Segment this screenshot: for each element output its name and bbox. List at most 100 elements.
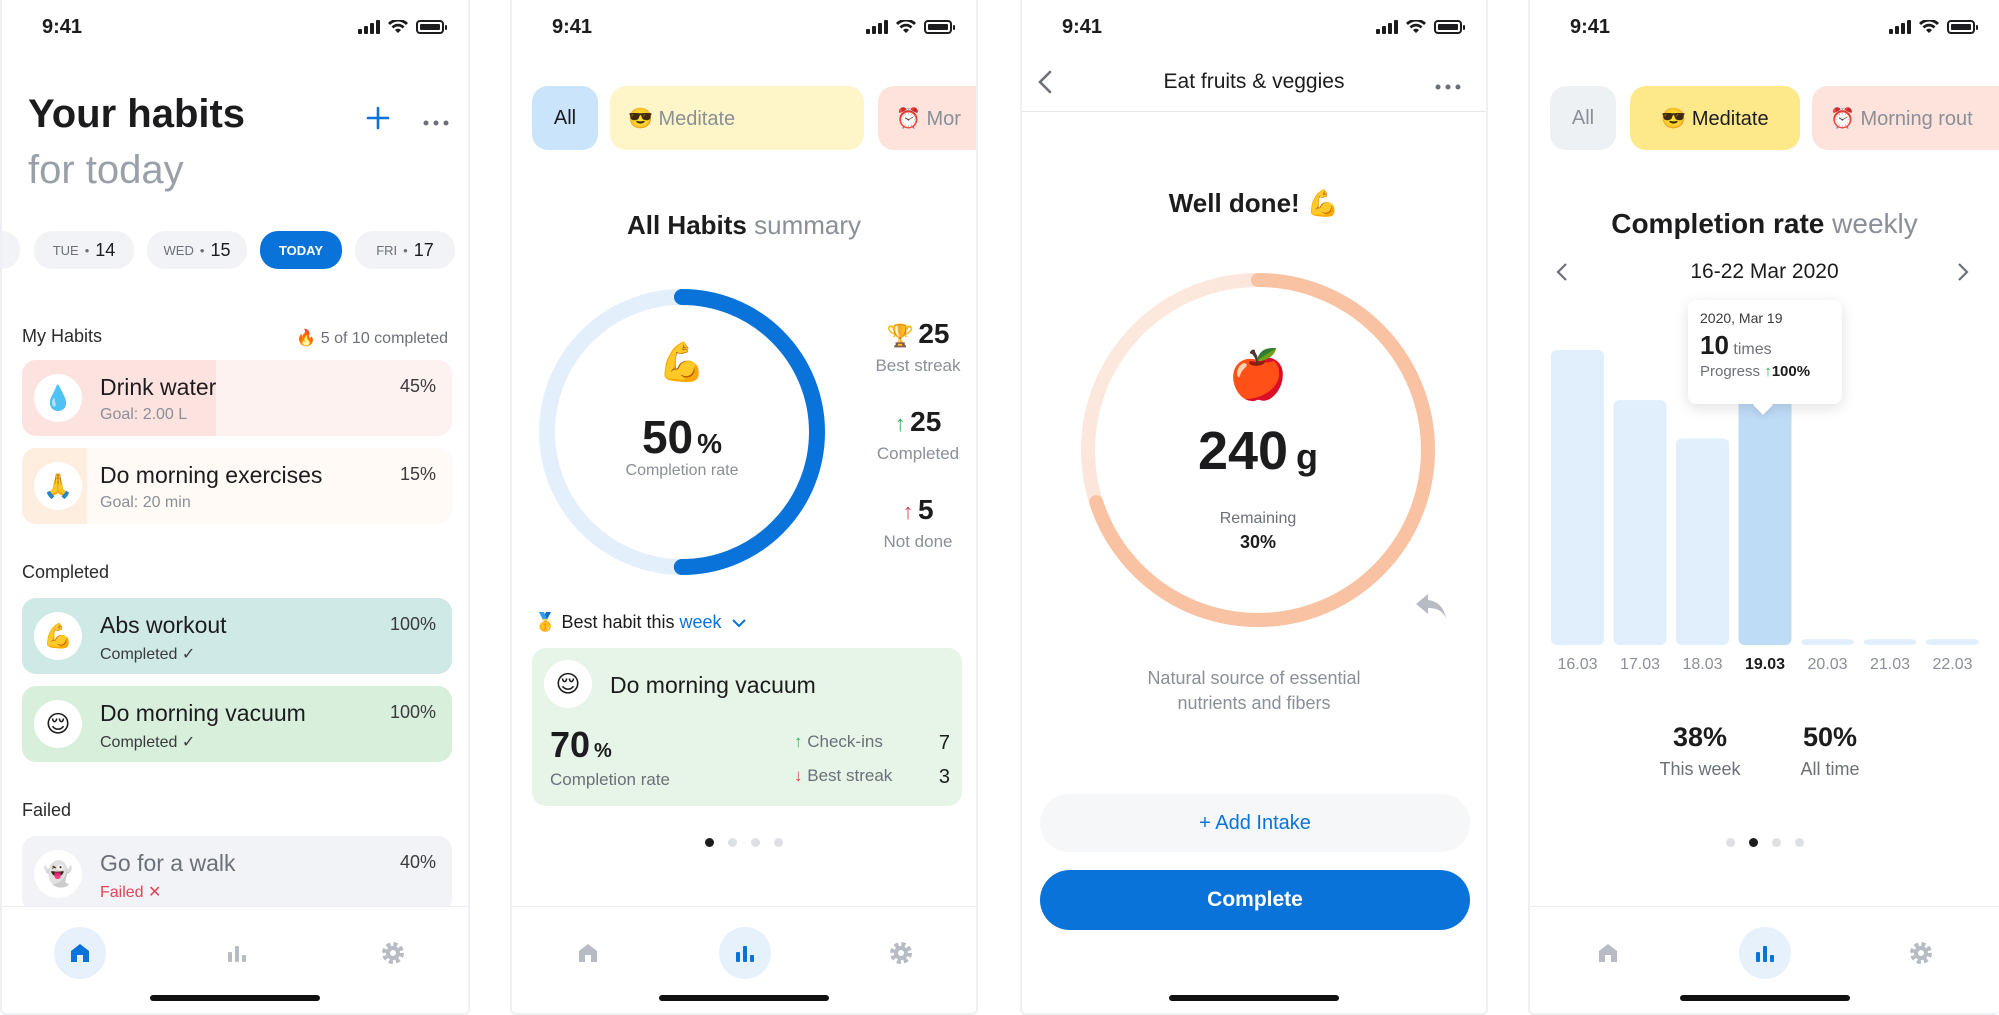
best-habit-rate: 70% [550,724,612,765]
plus-icon [366,106,390,130]
battery-icon [416,20,447,34]
chart-title: Completion rate weekly [1611,208,1918,239]
habit-status: Failed ✕ [100,884,162,901]
chevron-right-icon [1958,263,1969,281]
home-indicator [1169,995,1339,1001]
relieved-face-icon: 😌 [34,700,82,748]
more-button[interactable] [1434,78,1462,96]
tab-settings[interactable] [1895,927,1947,979]
filter-meditate[interactable]: 😎 Meditate [610,86,864,150]
day-pill-previous[interactable] [2,231,20,269]
habit-status: Completed ✓ [100,646,196,663]
best-habit-selector[interactable]: 🥇 Best habit this week [534,612,747,633]
status-time: 9:41 [1570,16,1611,38]
summary-screen: 9:41 All 😎 Meditate ⏰ Mor All Habits sum… [510,0,978,1015]
water-drop-icon: 💧 [34,374,82,422]
muscle-icon: 💪 [34,612,82,660]
chevron-down-icon [731,619,746,628]
habit-card-abs-workout[interactable]: 💪 Abs workout Completed ✓ 100% [22,598,452,674]
tab-home[interactable] [1582,927,1634,979]
tab-stats[interactable] [719,927,771,979]
wifi-icon [1919,20,1939,33]
habit-card-drink-water[interactable]: 💧 Drink water Goal: 2.00 L 45% [22,360,452,436]
tab-settings[interactable] [875,927,927,979]
nav-bar: Eat fruits & veggies [1022,60,1486,112]
gear-icon [890,942,912,964]
signal-icon [1889,20,1911,34]
tab-settings[interactable] [367,927,419,979]
chart-bar-18.03[interactable] [1676,438,1729,646]
bar-chart-icon [228,946,246,962]
day-pill-today[interactable]: TODAY [260,231,342,269]
status-bar: 9:41 [2,14,468,44]
battery-icon [1947,20,1978,34]
my-habits-heading: My Habits [22,326,103,346]
chart-bar-22.03[interactable] [1926,639,1979,645]
wifi-icon [896,20,916,33]
filter-all[interactable]: All [1550,86,1616,150]
chart-tick-label: 17.03 [1620,656,1660,673]
habit-card-morning-vacuum[interactable]: 😌 Do morning vacuum Completed ✓ 100% [22,686,452,762]
tab-stats[interactable] [211,927,263,979]
status-time: 9:41 [42,16,83,38]
page-subtitle: for today [28,148,184,192]
failed-heading: Failed [22,800,72,820]
bar-chart-icon [736,946,754,962]
habit-card-walk[interactable]: 👻 Go for a walk Failed ✕ 40% [22,836,452,912]
habit-name: Do morning vacuum [100,700,306,726]
tooltip-date: 2020, Mar 19 [1700,310,1783,326]
complete-button[interactable]: Complete [1040,870,1470,930]
tab-home[interactable] [562,927,614,979]
chart-tick-label: 19.03 [1745,656,1785,673]
status-bar: 9:41 [512,14,976,44]
tab-stats[interactable] [1739,927,1791,979]
tab-home[interactable] [54,927,106,979]
habit-percent: 40% [399,852,436,872]
more-icon [423,120,449,126]
habit-name: Drink water [100,374,217,400]
home-icon [1599,944,1617,962]
summary-this-week: 38% This week [1659,722,1741,779]
chart-bar-17.03[interactable] [1613,400,1667,645]
best-habit-card[interactable]: 😌 Do morning vacuum 70% Completion rate … [532,648,962,806]
pray-hands-icon: 🙏 [34,462,82,510]
page-title: Your habits [28,92,246,136]
home-icon [71,944,89,962]
habit-card-morning-exercises[interactable]: 🙏 Do morning exercises Goal: 20 min 15% [22,448,452,524]
habit-percent: 100% [389,614,436,634]
signal-icon [866,20,888,34]
chart-bar-16.03[interactable] [1551,350,1604,645]
habit-percent: 100% [389,702,436,722]
filter-morning[interactable]: ⏰ Mor [878,86,976,150]
filter-morning-routine[interactable]: ⏰ Morning rout [1812,86,1999,150]
day-pill-tue[interactable]: TUE • 14 [34,231,134,269]
habit-status: Completed ✓ [100,734,196,751]
relieved-face-icon: 😌 [544,660,592,708]
filter-meditate[interactable]: 😎 Meditate [1630,86,1800,150]
tab-bar [1530,906,1999,1013]
intake-value: 240 g [1197,421,1319,481]
home-icon [579,944,597,962]
add-habit-button[interactable] [364,104,392,132]
more-button[interactable] [422,114,450,132]
next-week-button[interactable] [1953,262,1971,287]
weekly-stats-screen: 9:41 All 😎 Meditate ⏰ Morning rout Compl… [1528,0,1999,1015]
habit-percent: 15% [399,464,436,484]
filter-all[interactable]: All [532,86,598,150]
status-bar: 9:41 [1530,14,1999,44]
habit-goal: Goal: 2.00 L [100,406,188,423]
day-pill-wed[interactable]: WED • 15 [147,231,247,269]
arrow-up-icon: ↑ [1764,363,1772,380]
habit-detail-screen: 9:41 Eat fruits & veggies Well done! 💪 🍎… [1020,0,1488,1015]
add-intake-button[interactable]: + Add Intake [1040,794,1470,852]
day-pill-fri[interactable]: FRI • 17 [355,231,455,269]
undo-button[interactable] [1414,592,1448,627]
habit-name: Abs workout [100,612,227,638]
habits-today-screen: 9:41 Your habits for today TUE • 14 WED • 15… [0,0,470,1015]
chart-tooltip: 2020, Mar 19 10 times Progress ↑100% [1688,300,1842,404]
habit-name: Go for a walk [100,850,236,876]
chart-bar-21.03[interactable] [1863,639,1917,645]
stat-completed: ↑ 25 Completed [876,406,960,463]
chart-bar-20.03[interactable] [1801,639,1854,645]
trophy-icon: 🏆 [886,324,914,349]
